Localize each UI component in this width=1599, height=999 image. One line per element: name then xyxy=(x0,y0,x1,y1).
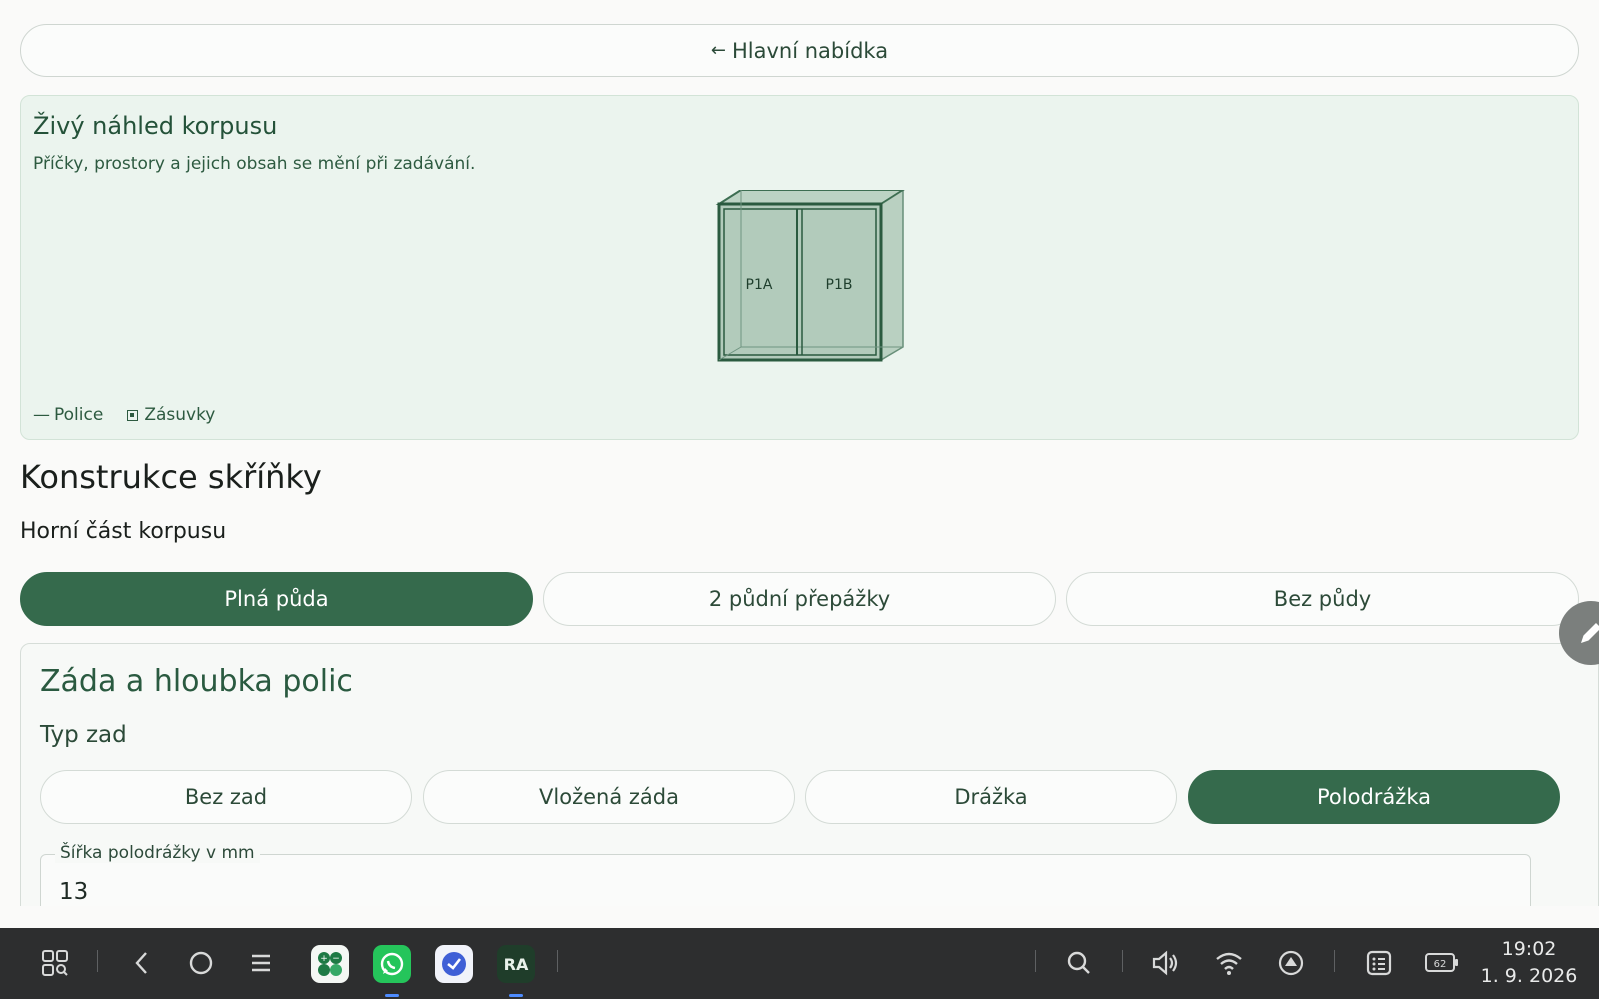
construction-title: Konstrukce skříňky xyxy=(20,458,322,496)
clock-time: 19:02 xyxy=(1501,938,1557,960)
taskbar-separator xyxy=(1334,950,1335,972)
top-part-label: Horní část korpusu xyxy=(20,519,227,544)
cabinet-side-face xyxy=(880,190,904,362)
top-option-no-top[interactable]: Bez půdy xyxy=(1066,572,1579,626)
menu-icon[interactable] xyxy=(246,948,276,978)
cabinet-top-face xyxy=(715,190,905,205)
preview-title: Živý náhled korpusu xyxy=(33,112,278,140)
svg-text:62: 62 xyxy=(1434,959,1447,970)
wifi-icon[interactable] xyxy=(1214,948,1244,978)
svg-text:−: − xyxy=(332,954,340,964)
section-label-p1a: P1A xyxy=(746,277,773,293)
main-menu-back-button[interactable]: ← Hlavní nabídka xyxy=(20,24,1579,77)
ra-app-icon[interactable]: RA xyxy=(497,945,535,983)
legend-shelves: — Police xyxy=(33,405,104,425)
section-label-p1b: P1B xyxy=(826,277,853,293)
groove-width-field[interactable]: Šířka polodrážky v mm 13 xyxy=(40,843,1531,906)
apps-grid-icon[interactable] xyxy=(40,948,70,978)
preview-subtitle: Příčky, prostory a jejich obsah se mění … xyxy=(33,154,476,174)
clock-date: 1. 9. 2026 xyxy=(1480,965,1578,987)
cabinet-front-frame xyxy=(717,202,883,362)
taskbar-separator xyxy=(557,950,558,972)
back-option-none[interactable]: Bez zad xyxy=(40,770,412,824)
top-option-full-top[interactable]: Plná půda xyxy=(20,572,533,626)
whatsapp-running-indicator xyxy=(385,994,399,997)
notes-icon[interactable] xyxy=(1364,948,1394,978)
top-option-two-partitions[interactable]: 2 půdní přepážky xyxy=(543,572,1056,626)
back-icon[interactable] xyxy=(128,948,156,978)
app-content: ← Hlavní nabídka Živý náhled korpusu Pří… xyxy=(0,0,1599,906)
legend-drawers: Zásuvky xyxy=(127,405,215,425)
upload-icon[interactable] xyxy=(1276,948,1306,978)
svg-text:+: + xyxy=(320,954,328,964)
groove-width-value[interactable]: 13 xyxy=(59,879,88,905)
volume-icon[interactable] xyxy=(1150,948,1182,978)
preview-legend: — Police Zásuvky xyxy=(33,405,215,425)
back-option-half-groove[interactable]: Polodrážka xyxy=(1188,770,1560,824)
clock-app-icon[interactable] xyxy=(435,945,473,983)
live-preview-panel: Živý náhled korpusu Příčky, prostory a j… xyxy=(20,95,1579,440)
whatsapp-app-icon[interactable] xyxy=(373,945,411,983)
svg-text:RA: RA xyxy=(504,955,529,974)
back-option-inserted[interactable]: Vložená záda xyxy=(423,770,795,824)
taskbar-separator xyxy=(1122,950,1123,972)
groove-width-label: Šířka polodrážky v mm xyxy=(55,843,260,863)
back-depth-card: Záda a hloubka polic Typ zad Bez zad Vlo… xyxy=(20,643,1599,906)
search-icon[interactable] xyxy=(1064,948,1094,978)
shelf-line-icon: — xyxy=(33,405,50,425)
back-option-groove[interactable]: Drážka xyxy=(805,770,1177,824)
cabinet-preview-drawing: P1A P1B xyxy=(715,190,905,362)
taskbar-separator xyxy=(97,950,98,972)
system-taskbar: + − RA 62 19:02 1. 9. 2026 xyxy=(0,928,1599,999)
drawer-square-icon xyxy=(127,409,139,421)
back-arrow-icon: ← xyxy=(710,40,726,61)
calculator-app-icon[interactable]: + − xyxy=(311,945,349,983)
back-type-label: Typ zad xyxy=(40,722,127,748)
battery-icon: 62 xyxy=(1424,951,1460,975)
back-depth-title: Záda a hloubka polic xyxy=(40,664,353,699)
pen-icon xyxy=(1581,623,1599,643)
home-icon[interactable] xyxy=(186,948,216,978)
back-button-label: Hlavní nabídka xyxy=(732,38,889,63)
ra-running-indicator xyxy=(509,994,523,997)
taskbar-separator xyxy=(1035,950,1036,972)
system-clock[interactable]: 19:02 1. 9. 2026 xyxy=(1474,936,1584,990)
